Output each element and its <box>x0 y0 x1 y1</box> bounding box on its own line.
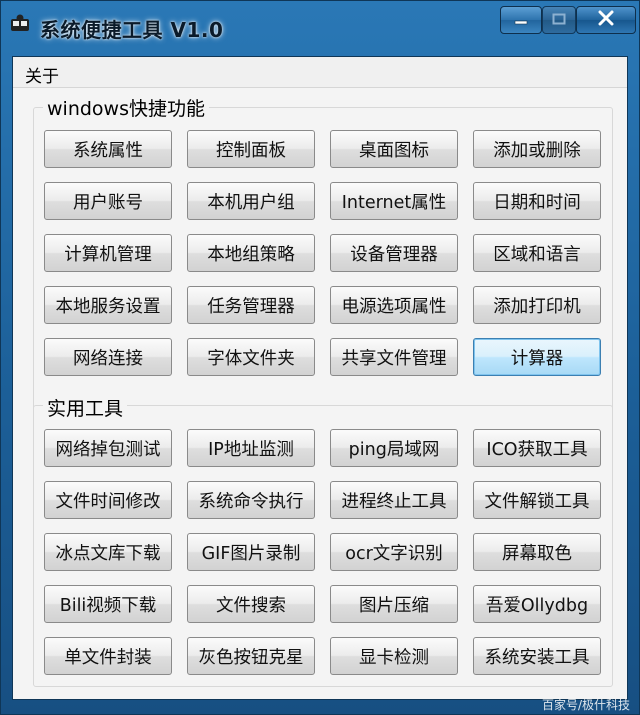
btn-local-services[interactable]: 本地服务设置 <box>44 286 172 324</box>
puzzle-app-icon[interactable] <box>8 12 32 36</box>
btn-ip-monitor[interactable]: IP地址监测 <box>187 429 315 467</box>
btn-file-time-modify[interactable]: 文件时间修改 <box>44 481 172 519</box>
client-area: 关于 windows快捷功能 实用工具 系统属性 控制面板 桌面图标 添加或删除… <box>12 56 628 700</box>
btn-internet-properties[interactable]: Internet属性 <box>330 182 458 220</box>
btn-date-time[interactable]: 日期和时间 <box>473 182 601 220</box>
btn-local-user-groups[interactable]: 本机用户组 <box>187 182 315 220</box>
close-icon <box>597 10 615 30</box>
btn-network-connections[interactable]: 网络连接 <box>44 338 172 376</box>
btn-region-language[interactable]: 区域和语言 <box>473 234 601 272</box>
btn-doc-downloader[interactable]: 冰点文库下载 <box>44 533 172 571</box>
menu-item-about[interactable]: 关于 <box>25 62 59 87</box>
btn-file-search[interactable]: 文件搜索 <box>187 585 315 623</box>
btn-bili-downloader[interactable]: Bili视频下载 <box>44 585 172 623</box>
btn-process-killer[interactable]: 进程终止工具 <box>330 481 458 519</box>
btn-shared-folders[interactable]: 共享文件管理 <box>330 338 458 376</box>
minimize-icon <box>513 11 529 30</box>
title-bar[interactable]: 系统便捷工具 V1.0 <box>0 0 640 54</box>
btn-ico-extractor[interactable]: ICO获取工具 <box>473 429 601 467</box>
btn-power-options[interactable]: 电源选项属性 <box>330 286 458 324</box>
btn-task-manager[interactable]: 任务管理器 <box>187 286 315 324</box>
btn-add-printer[interactable]: 添加打印机 <box>473 286 601 324</box>
menu-bar: 关于 <box>13 57 627 88</box>
btn-user-accounts[interactable]: 用户账号 <box>44 182 172 220</box>
close-button[interactable] <box>576 6 636 34</box>
btn-gray-button-enabler[interactable]: 灰色按钮克星 <box>187 637 315 675</box>
btn-calculator[interactable]: 计算器 <box>473 338 601 376</box>
btn-desktop-icons[interactable]: 桌面图标 <box>330 130 458 168</box>
btn-packet-loss-test[interactable]: 网络掉包测试 <box>44 429 172 467</box>
btn-ocr[interactable]: ocr文字识别 <box>330 533 458 571</box>
btn-group-policy[interactable]: 本地组策略 <box>187 234 315 272</box>
btn-fonts-folder[interactable]: 字体文件夹 <box>187 338 315 376</box>
btn-single-file-pack[interactable]: 单文件封装 <box>44 637 172 675</box>
btn-system-command[interactable]: 系统命令执行 <box>187 481 315 519</box>
btn-control-panel[interactable]: 控制面板 <box>187 130 315 168</box>
btn-image-compress[interactable]: 图片压缩 <box>330 585 458 623</box>
btn-system-properties[interactable]: 系统属性 <box>44 130 172 168</box>
btn-gpu-check[interactable]: 显卡检测 <box>330 637 458 675</box>
btn-system-installer[interactable]: 系统安装工具 <box>473 637 601 675</box>
btn-gif-recorder[interactable]: GIF图片录制 <box>187 533 315 571</box>
maximize-button[interactable] <box>542 6 576 34</box>
btn-computer-management[interactable]: 计算机管理 <box>44 234 172 272</box>
btn-color-picker[interactable]: 屏幕取色 <box>473 533 601 571</box>
btn-file-unlocker[interactable]: 文件解锁工具 <box>473 481 601 519</box>
app-window: 系统便捷工具 V1.0 关于 windows快捷功能 实用工具 系统属性 控制面… <box>0 0 640 715</box>
minimize-button[interactable] <box>500 6 542 34</box>
btn-ollydbg[interactable]: 吾爱Ollydbg <box>473 585 601 623</box>
watermark-text: 百家号/极什科技 <box>541 698 630 712</box>
group-title-utilities: 实用工具 <box>43 394 128 421</box>
btn-add-remove[interactable]: 添加或删除 <box>473 130 601 168</box>
maximize-icon <box>551 11 567 30</box>
btn-device-manager[interactable]: 设备管理器 <box>330 234 458 272</box>
group-title-windows: windows快捷功能 <box>43 94 209 121</box>
window-title: 系统便捷工具 V1.0 <box>40 18 224 42</box>
btn-ping-lan[interactable]: ping局域网 <box>330 429 458 467</box>
